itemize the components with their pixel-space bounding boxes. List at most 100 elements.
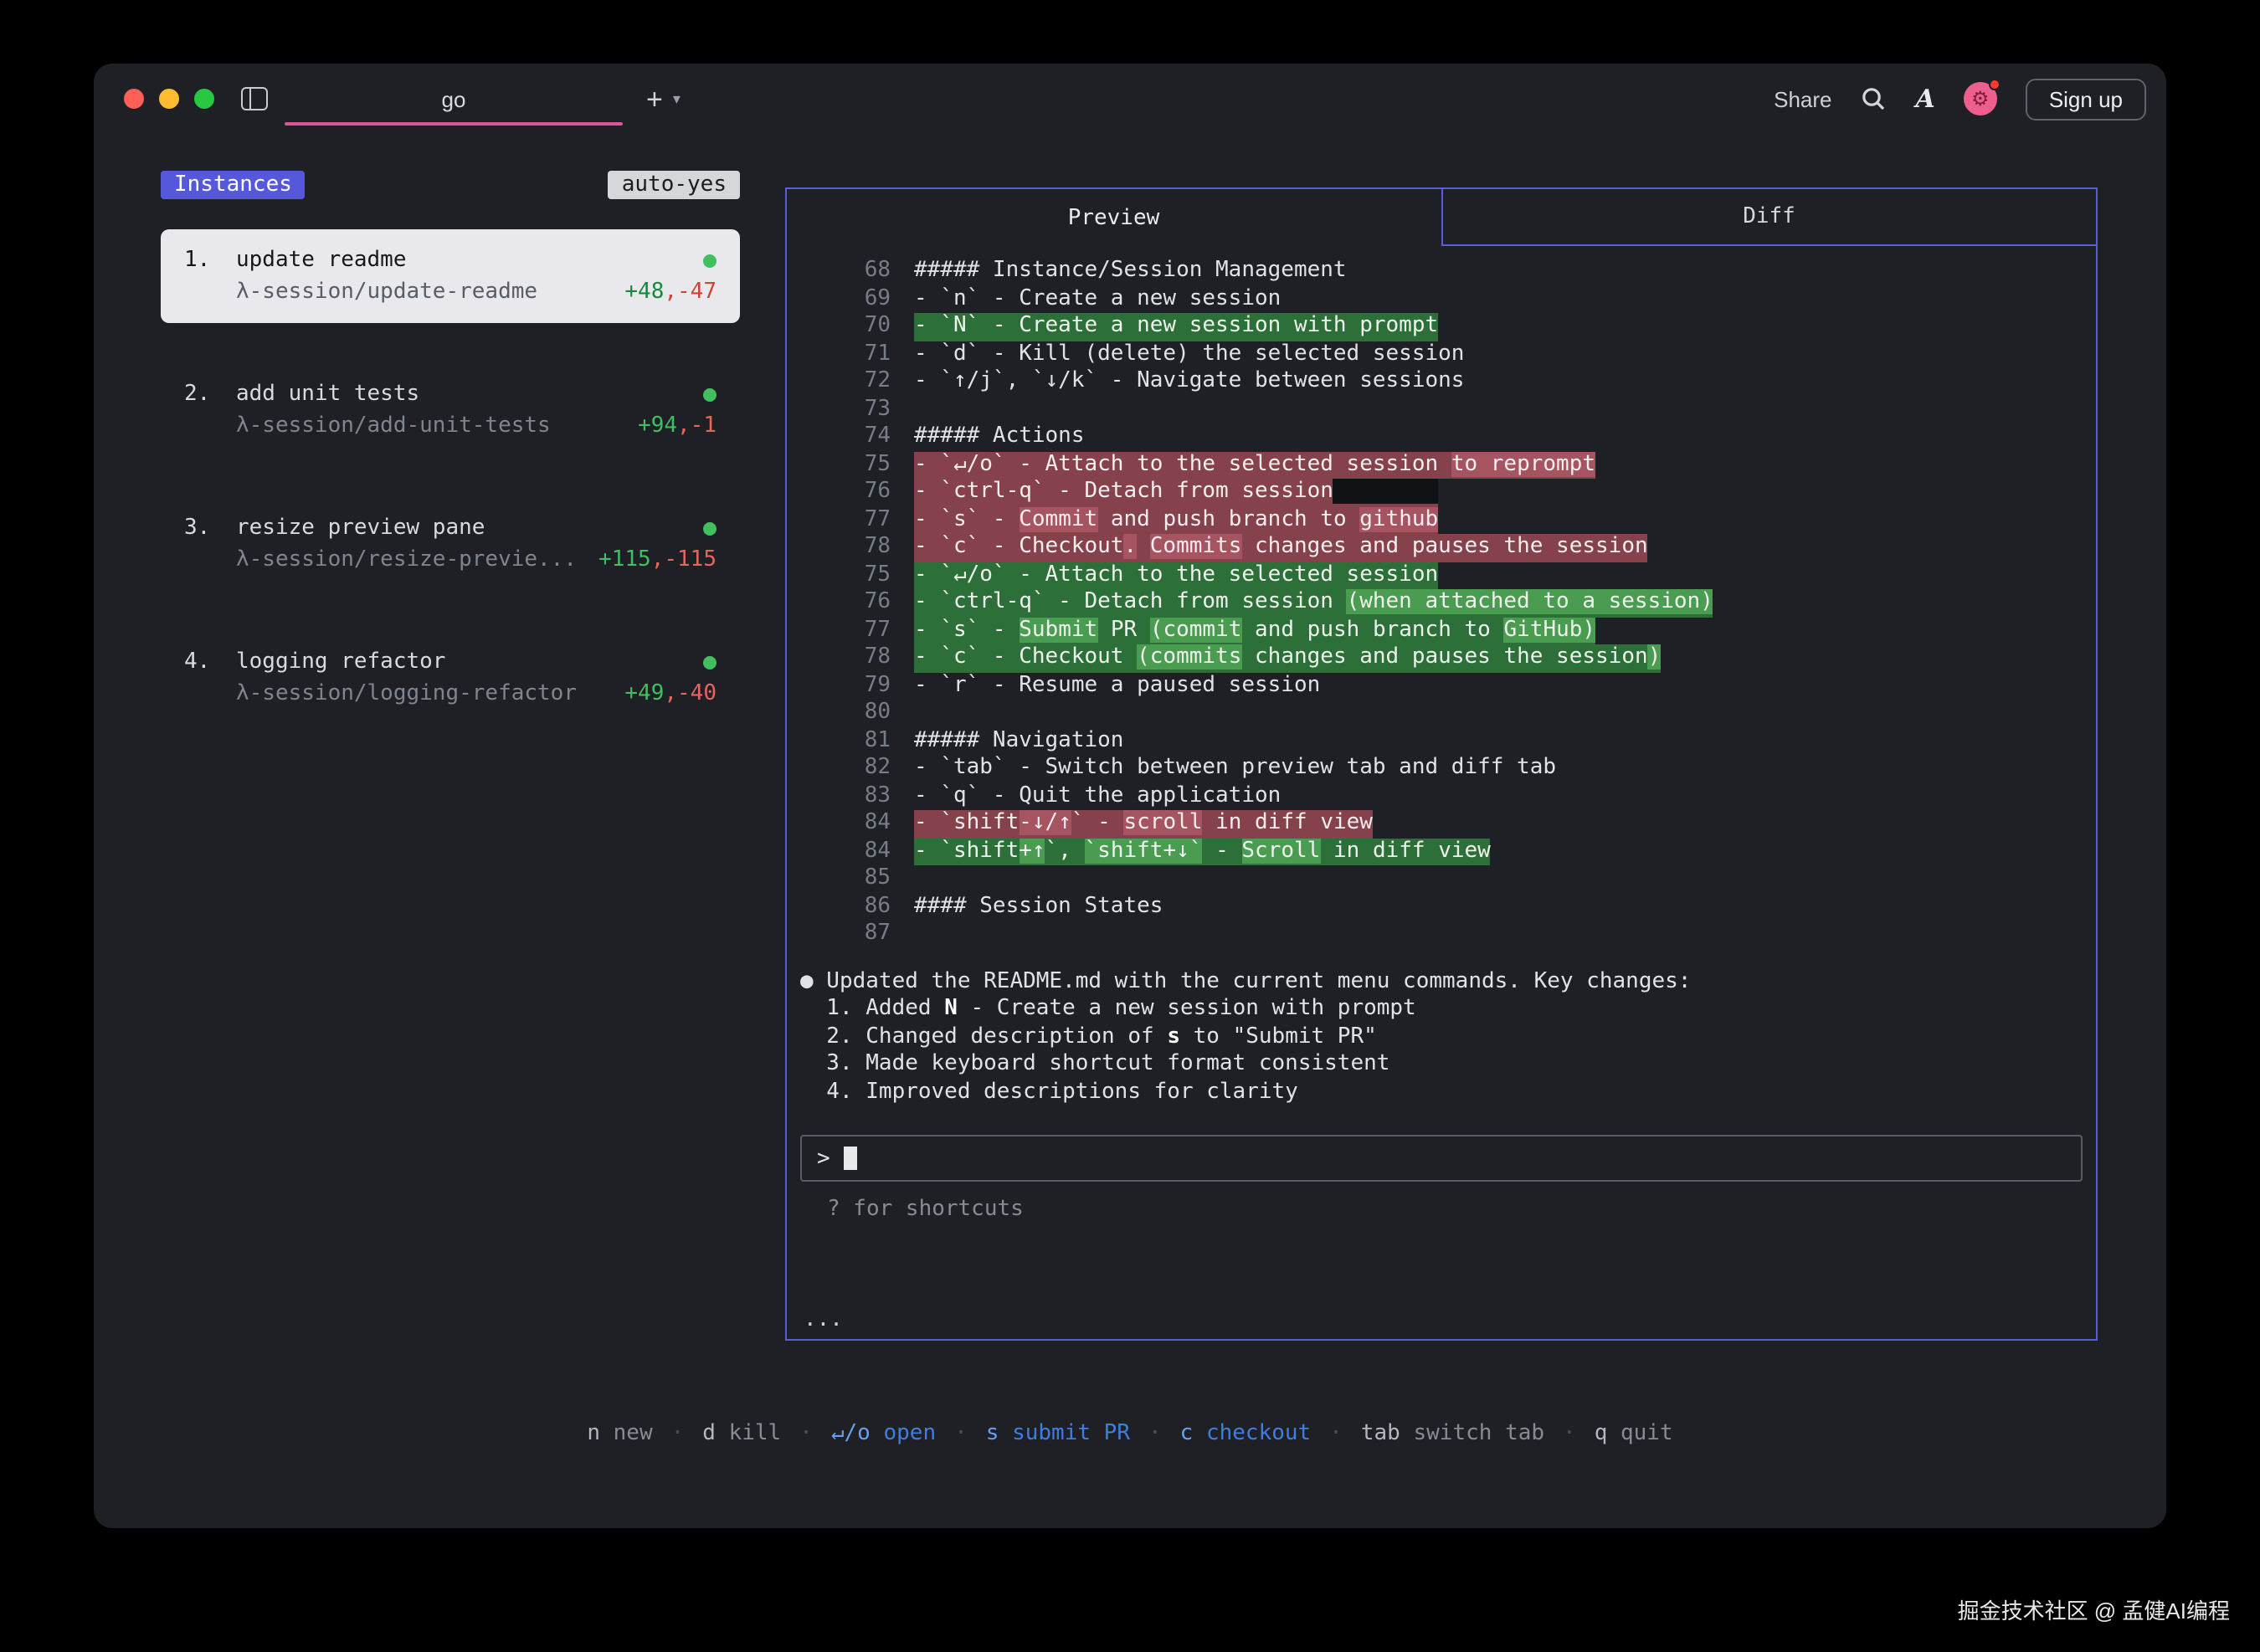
text-segment: - `q` - Quit the application — [914, 782, 1281, 808]
instance-item[interactable]: 3.resize preview paneλ-session/resize-pr… — [161, 497, 740, 591]
line-text: - `r` - Resume a paused session — [914, 672, 1320, 700]
text-segment: changes and pauses the session — [1241, 644, 1647, 670]
text-segment: - `ctrl-q` - Detach from session — [914, 589, 1347, 614]
text-segment: ● Updated the README.md with the current… — [800, 968, 1691, 993]
text-segment: scroll — [1124, 810, 1203, 835]
diff-line-removed: 75- `↵/o` - Attach to the selected sessi… — [787, 451, 2096, 479]
share-button[interactable]: Share — [1774, 86, 1831, 111]
shortcut-key: s — [986, 1421, 999, 1446]
line-text: - `shift-↓/↑` - scroll in diff view — [914, 810, 1373, 838]
line-text: ##### Navigation — [914, 727, 1123, 755]
maximize-window-button[interactable] — [194, 89, 214, 109]
close-window-button[interactable] — [124, 89, 144, 109]
instance-title-row: 2.add unit tests — [184, 378, 717, 410]
search-icon[interactable] — [1861, 85, 1888, 112]
instance-item[interactable]: 4.logging refactorλ-session/logging-refa… — [161, 631, 740, 725]
summary-line: 2. Changed description of s to "Submit P… — [800, 1024, 2096, 1051]
text-segment: - `shift — [914, 838, 1019, 863]
overflow-indicator: ... — [804, 1307, 843, 1332]
diff-line-added: 77- `s` - Submit PR (commit and push bra… — [787, 617, 2096, 644]
line-number: 80 — [787, 700, 891, 727]
removed-count: ,-115 — [651, 547, 717, 572]
tab-preview[interactable]: Preview — [787, 189, 1442, 246]
line-text: ##### Actions — [914, 423, 1085, 451]
line-number: 79 — [787, 672, 891, 700]
diff-stats: +49,-40 — [624, 678, 717, 710]
prompt-symbol: > — [817, 1146, 830, 1171]
text-segment: - `↵/o` - Attach to the selected session — [914, 562, 1438, 587]
text-segment: ##### Actions — [914, 423, 1085, 449]
text-segment: and push branch to — [1241, 617, 1503, 642]
text-segment: Commit — [1019, 506, 1097, 531]
text-segment: to "Submit PR" — [1180, 1024, 1377, 1049]
diff-stats: +48,-47 — [624, 276, 717, 308]
minimize-window-button[interactable] — [159, 89, 179, 109]
line-number: 71 — [787, 341, 891, 368]
tab-list-icon[interactable] — [241, 87, 268, 110]
window-controls — [124, 89, 214, 109]
line-number: 84 — [787, 838, 891, 865]
shortcut-item: n new — [587, 1421, 652, 1446]
ai-assistant-icon[interactable]: A — [1916, 84, 1935, 114]
line-number: 72 — [787, 368, 891, 396]
tab-diff[interactable]: Diff — [1442, 189, 2096, 246]
text-segment: - `ctrl-q` - Detach from session — [914, 479, 1333, 504]
assistant-summary: ● Updated the README.md with the current… — [800, 968, 2096, 1106]
shortcut-label: kill — [716, 1421, 781, 1446]
auto-yes-badge: auto-yes — [609, 171, 740, 199]
line-text: - `↑/j`, `↓/k` - Navigate between sessio… — [914, 368, 1464, 396]
line-number: 68 — [787, 258, 891, 285]
text-segment: ##### Navigation — [914, 727, 1123, 752]
removed-count: ,-1 — [677, 413, 717, 439]
diff-line: 81##### Navigation — [787, 727, 2096, 755]
line-number: 77 — [787, 617, 891, 644]
shortcut-bar: n new·d kill·↵/o open·s submit PR·c chec… — [94, 1421, 2166, 1446]
prompt-input[interactable]: > — [800, 1135, 2083, 1182]
instance-branch-row: λ-session/add-unit-tests +94,-1 — [184, 410, 717, 442]
branch-name: λ-session/add-unit-tests — [236, 410, 551, 442]
text-segment: - — [1202, 838, 1241, 863]
shortcut-key: n — [587, 1421, 600, 1446]
line-text: - `tab` - Switch between preview tab and… — [914, 755, 1556, 782]
text-segment: to reprompt — [1451, 451, 1595, 476]
shortcut-key: c — [1180, 1421, 1194, 1446]
text-cursor — [844, 1147, 857, 1170]
line-text: - `↵/o` - Attach to the selected session… — [914, 451, 1595, 479]
text-segment: and push branch to — [1097, 506, 1359, 531]
desktop: go + ▾ Share A ⚙ Sign up Instances — [0, 0, 2260, 1652]
instance-title: logging refactor — [236, 646, 445, 678]
line-number: 85 — [787, 865, 891, 893]
summary-line: ● Updated the README.md with the current… — [800, 968, 2096, 996]
line-text: - `s` - Commit and push branch to github — [914, 506, 1438, 534]
line-text: - `c` - Checkout (commits changes and pa… — [914, 644, 1661, 672]
shortcut-item: ↵/o open — [831, 1421, 936, 1446]
text-segment: - `s` - — [914, 506, 1019, 531]
diff-line: 83- `q` - Quit the application — [787, 782, 2096, 810]
diff-line: 73 — [787, 396, 2096, 423]
tab-title: go — [442, 86, 466, 111]
line-number: 87 — [787, 921, 891, 948]
removed-count: ,-40 — [664, 681, 717, 706]
text-segment: - `r` - Resume a paused session — [914, 672, 1320, 697]
line-number: 84 — [787, 810, 891, 838]
text-segment: - `s` - — [914, 617, 1019, 642]
shortcut-label: checkout — [1193, 1421, 1311, 1446]
terminal-tab-go[interactable]: go — [285, 64, 623, 134]
line-number: 74 — [787, 423, 891, 451]
instance-item[interactable]: 2.add unit testsλ-session/add-unit-tests… — [161, 363, 740, 457]
diff-stats: +94,-1 — [638, 410, 717, 442]
text-segment — [1137, 534, 1150, 559]
sign-up-button[interactable]: Sign up — [2026, 78, 2146, 120]
new-tab-button[interactable]: + — [646, 85, 663, 113]
line-text: ##### Instance/Session Management — [914, 258, 1347, 285]
added-count: +49 — [624, 681, 664, 706]
diff-line: 74 ##### Actions — [787, 423, 2096, 451]
line-number: 76 — [787, 479, 891, 506]
instance-item[interactable]: 1.update readmeλ-session/update-readme+4… — [161, 229, 740, 323]
text-segment: - `↑/j`, `↓/k` - Navigate between sessio… — [914, 368, 1464, 393]
text-segment: s — [1167, 1024, 1180, 1049]
branch-name: λ-session/update-readme — [236, 276, 537, 308]
text-segment: PR — [1097, 617, 1150, 642]
avatar[interactable]: ⚙ — [1964, 82, 1997, 115]
tab-dropdown-chevron-icon[interactable]: ▾ — [673, 90, 681, 108]
